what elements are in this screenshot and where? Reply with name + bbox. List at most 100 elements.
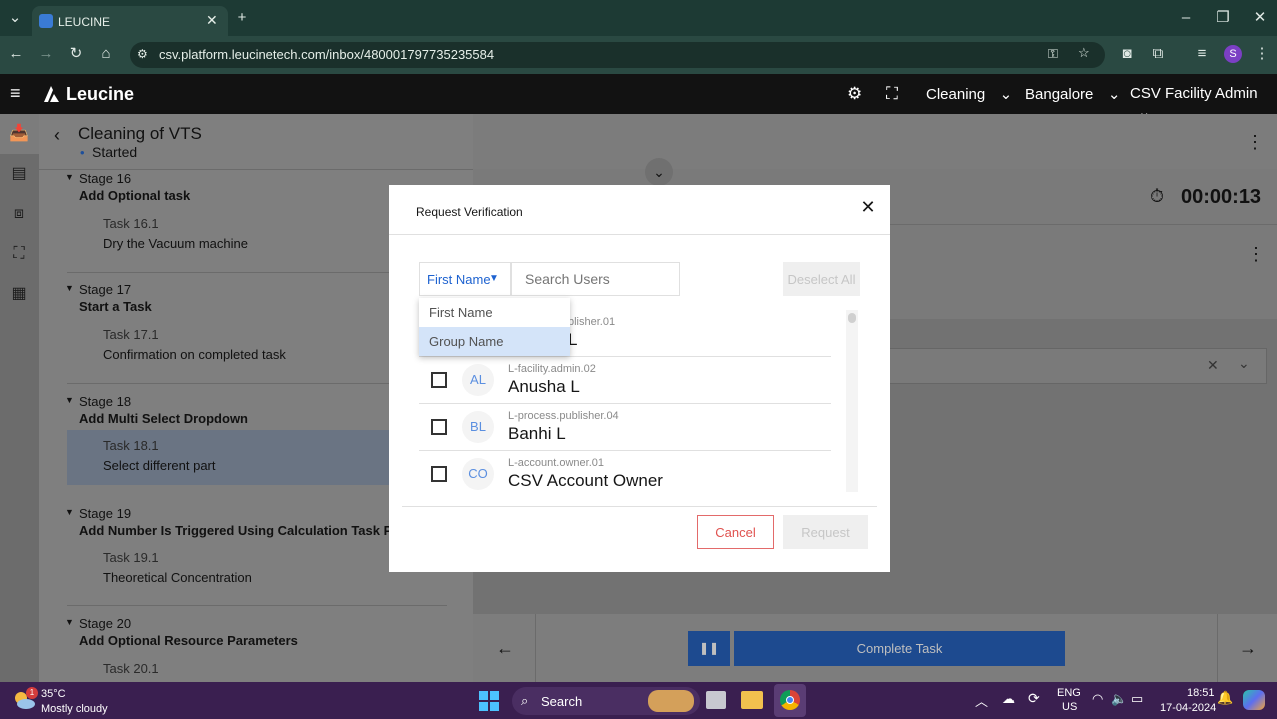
reload-icon[interactable]: ↻ <box>66 44 86 64</box>
file-explorer-icon[interactable] <box>741 691 763 709</box>
window-close-icon[interactable]: ✕ <box>1250 8 1270 28</box>
user-list-scrollbar[interactable] <box>846 310 858 492</box>
pause-icon: ❚❚ <box>698 641 720 655</box>
onedrive-icon[interactable]: ☁ <box>1002 691 1015 707</box>
tab-search-icon[interactable]: ⌄ <box>5 8 25 28</box>
user-id: L-process.publisher.04 <box>508 410 619 422</box>
user-checkbox[interactable] <box>431 372 447 388</box>
modal-title: Request Verification <box>416 205 523 219</box>
stage-name: Add Optional Resource Parameters <box>79 633 298 648</box>
volume-icon[interactable]: 🔈 <box>1111 691 1127 707</box>
taskbar-search[interactable]: ⌕ Search <box>512 687 700 715</box>
pause-button[interactable]: ❚❚ <box>688 631 730 666</box>
minimize-icon[interactable]: – <box>1176 8 1196 28</box>
user-id: L-facility.admin.02 <box>508 363 596 375</box>
side-navigation: 📥 ▤ ⧈ ⛶ ▦ <box>0 114 39 682</box>
forward-icon[interactable]: → <box>36 44 56 64</box>
task-number: Task 18.1 <box>103 438 159 453</box>
checklist-icon[interactable]: ▤ <box>7 162 31 186</box>
dropdown-option-first-name[interactable]: First Name <box>419 298 570 327</box>
hamburger-menu-icon[interactable]: ≡ <box>10 83 21 104</box>
show-hidden-icons-icon[interactable]: ︿ <box>975 691 988 710</box>
location-dropdown[interactable]: Bangalore ⌄ <box>1025 85 1120 104</box>
url-text: csv.platform.leucinetech.com/inbox/48000… <box>159 47 495 62</box>
caret-down-icon[interactable]: ▼ <box>65 395 74 405</box>
tab-close-icon[interactable]: ✕ <box>206 12 218 29</box>
bookmark-star-icon[interactable]: ☆ <box>1078 45 1090 61</box>
extensions-icon[interactable]: ⧉ <box>1148 44 1168 64</box>
clear-icon[interactable]: ✕ <box>1207 357 1219 374</box>
next-task-arrow-icon[interactable]: → <box>1239 638 1257 659</box>
search-highlight-icon <box>648 690 694 712</box>
caret-down-icon[interactable]: ▼ <box>65 507 74 517</box>
scan-icon[interactable]: ⛶ <box>886 84 898 104</box>
close-icon[interactable]: ✕ <box>858 197 878 217</box>
battery-icon[interactable]: ▭ <box>1131 691 1143 707</box>
facility-label: Cleaning <box>926 86 986 103</box>
language-line1[interactable]: ENG <box>1057 687 1081 699</box>
user-row[interactable]: CO L-account.owner.01 CSV Account Owner <box>419 451 831 498</box>
chevron-down-icon[interactable]: ⌄ <box>1238 355 1250 372</box>
user-row[interactable]: AL L-facility.admin.02 Anusha L <box>419 357 831 404</box>
browser-tab-bar: ⌄ LEUCINE ✕ + – ❐ ✕ <box>0 0 1277 36</box>
search-users-input[interactable] <box>511 262 680 296</box>
deselect-all-button[interactable]: Deselect All <box>783 262 860 296</box>
calculator-icon[interactable]: ▦ <box>7 282 31 306</box>
caret-down-icon[interactable]: ▼ <box>65 283 74 293</box>
caret-down-icon[interactable]: ▼ <box>65 172 74 182</box>
browser-tab[interactable]: LEUCINE ✕ <box>32 6 228 36</box>
user-id: blisher.01 <box>568 316 616 328</box>
job-status: Started <box>92 144 138 160</box>
notification-bell-icon[interactable]: 🔔 <box>1217 690 1233 706</box>
filter-type-select[interactable]: First Name ▼ <box>419 262 511 296</box>
back-arrow-icon[interactable]: ‹ <box>54 125 60 146</box>
complete-task-button[interactable]: Complete Task <box>734 631 1065 666</box>
timer-value: 00:00:13 <box>1181 186 1262 208</box>
settings-gear-icon[interactable]: ⚙ <box>847 84 862 104</box>
user-checkbox[interactable] <box>431 419 447 435</box>
facility-dropdown[interactable]: Cleaning ⌄ <box>926 85 1012 104</box>
restore-icon[interactable]: ❐ <box>1213 8 1233 28</box>
new-tab-icon[interactable]: + <box>232 8 252 28</box>
process-icon[interactable]: ⧈ <box>7 202 31 226</box>
clock-time[interactable]: 18:51 <box>1187 687 1215 699</box>
language-line2[interactable]: US <box>1062 701 1077 713</box>
sync-icon[interactable]: ⟳ <box>1028 690 1040 707</box>
dropdown-option-group-name[interactable]: Group Name <box>419 327 570 356</box>
site-info-icon[interactable]: ⚙ <box>137 47 148 61</box>
collapse-chevron-icon[interactable]: ⌄ <box>645 158 673 186</box>
task-view-icon[interactable] <box>706 691 726 709</box>
home-icon[interactable]: ⌂ <box>96 44 116 64</box>
task-menu-icon[interactable]: ⋮ <box>1247 244 1265 265</box>
stage-block[interactable]: ▼ Stage 20 Add Optional Resource Paramet… <box>39 613 473 682</box>
caret-down-icon[interactable]: ▼ <box>65 617 74 627</box>
profile-avatar[interactable]: S <box>1224 45 1242 63</box>
task-number: Task 17.1 <box>103 327 159 342</box>
task-number: Task 20.1 <box>103 661 159 676</box>
back-icon[interactable]: ← <box>6 44 26 64</box>
inbox-icon[interactable]: 📥 <box>7 122 31 146</box>
wifi-icon[interactable]: ◠ <box>1092 691 1103 707</box>
stage-number: Stage 17 <box>79 282 132 297</box>
stage-number: Stage 20 <box>79 616 132 631</box>
request-button[interactable]: Request <box>783 515 868 549</box>
password-key-icon[interactable]: ⚿ <box>1048 46 1058 62</box>
user-row[interactable]: BL L-process.publisher.04 Banhi L <box>419 404 831 451</box>
cancel-button[interactable]: Cancel <box>697 515 774 549</box>
browser-menu-icon[interactable]: ⋮ <box>1254 44 1270 64</box>
camera-extension-icon[interactable]: ◙ <box>1117 44 1137 64</box>
scrollbar-thumb[interactable] <box>848 313 856 323</box>
chrome-taskbar-button[interactable] <box>774 684 806 717</box>
address-field[interactable]: ⚙ csv.platform.leucinetech.com/inbox/480… <box>130 42 1105 68</box>
user-checkbox[interactable] <box>431 466 447 482</box>
stage-number: Stage 19 <box>79 506 132 521</box>
hierarchy-icon[interactable]: ⛶ <box>7 242 31 266</box>
copilot-icon[interactable] <box>1243 690 1265 710</box>
reading-list-icon[interactable]: ≡ <box>1192 44 1212 64</box>
job-menu-icon[interactable]: ⋮ <box>1246 132 1264 153</box>
previous-task-arrow-icon[interactable]: ← <box>496 638 514 659</box>
stage-name: Start a Task <box>79 299 152 314</box>
clock-date[interactable]: 17-04-2024 <box>1160 702 1216 714</box>
caret-down-icon: ▼ <box>489 273 499 284</box>
windows-start-icon[interactable] <box>479 691 499 711</box>
